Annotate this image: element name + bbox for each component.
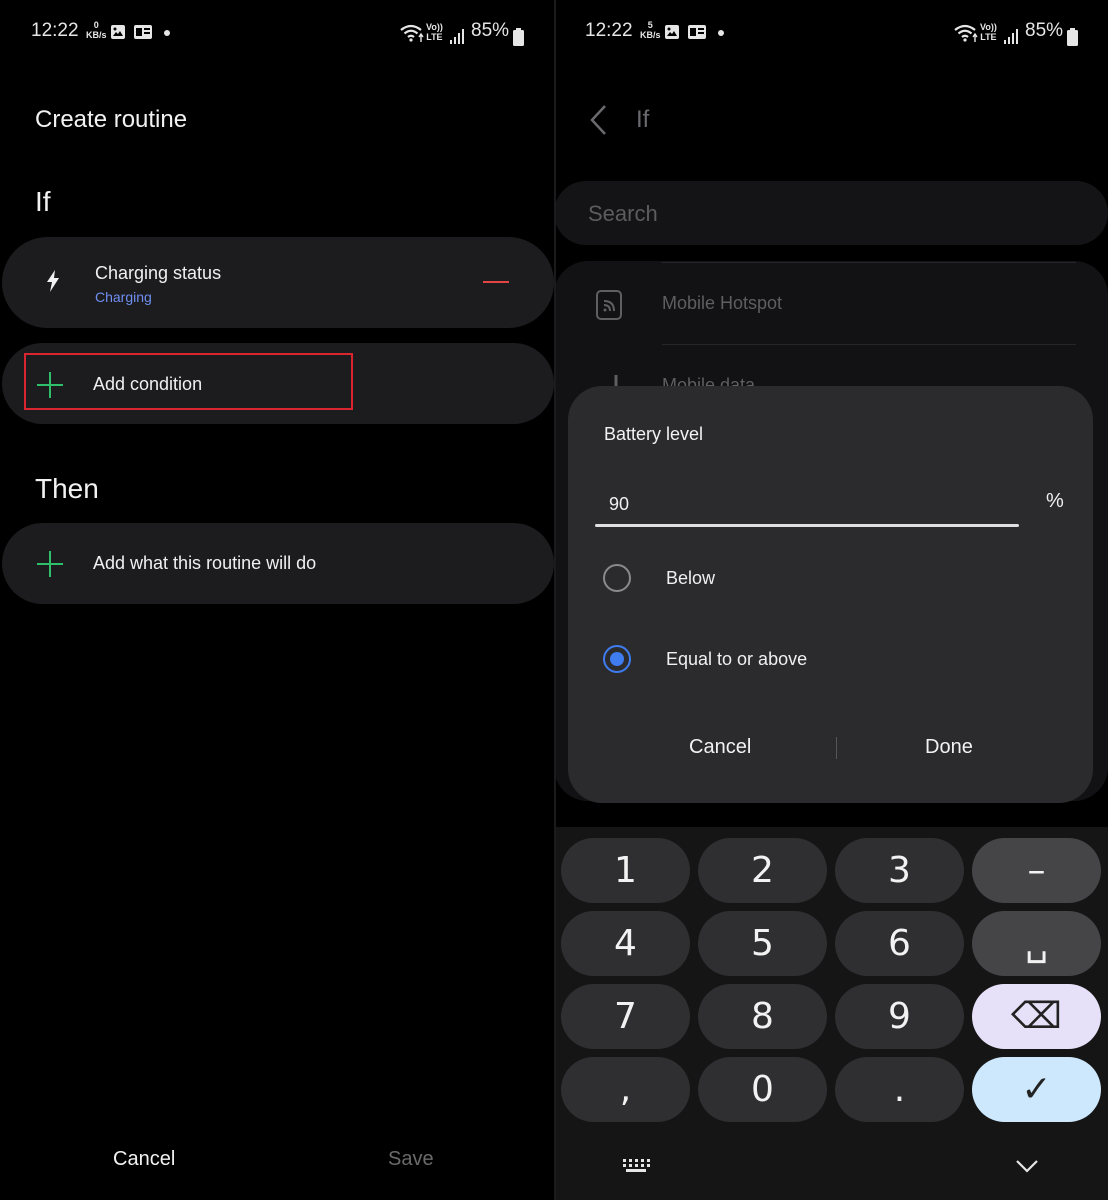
network-speed: 0 KB/s: [86, 20, 107, 40]
keyboard-icon[interactable]: [622, 1158, 650, 1174]
key-9[interactable]: 9: [835, 984, 964, 1049]
highlight-box: [24, 353, 353, 410]
news-icon: [688, 25, 706, 39]
key-1[interactable]: 1: [561, 838, 690, 903]
radio-label-below[interactable]: Below: [666, 568, 715, 589]
battery-percent: 85%: [471, 20, 510, 41]
key-comma[interactable]: ,: [561, 1057, 690, 1122]
radio-equal-or-above[interactable]: [603, 645, 631, 673]
battery-icon: [513, 28, 524, 46]
dialog-done-button[interactable]: Done: [925, 736, 973, 759]
key-4[interactable]: 4: [561, 911, 690, 976]
backspace-key[interactable]: ⌫: [972, 984, 1101, 1049]
condition-subtitle: Charging: [95, 289, 152, 305]
dialog-title: Battery level: [604, 424, 704, 444]
radio-label-equal-or-above[interactable]: Equal to or above: [666, 649, 807, 670]
radio-below[interactable]: [603, 564, 631, 592]
remove-condition-button[interactable]: [483, 281, 509, 283]
battery-percent: 85%: [1025, 20, 1064, 41]
volte-indicator: Vo)) LTE: [980, 22, 997, 42]
page-title: If: [636, 106, 650, 133]
if-condition-screen: 12:22 5 KB/s Vo)) LTE 85% If Search Mobi…: [556, 0, 1108, 1200]
key-7[interactable]: 7: [561, 984, 690, 1049]
status-time: 12:22: [585, 20, 633, 41]
plus-icon: [37, 551, 63, 577]
wifi-icon: [954, 24, 978, 42]
key-period[interactable]: .: [835, 1057, 964, 1122]
status-bar: 12:22 0 KB/s Vo)) LTE 85%: [0, 16, 554, 48]
lightning-bolt-icon: [47, 270, 59, 292]
condition-card-charging-status[interactable]: Charging status Charging: [2, 237, 554, 328]
key-space[interactable]: ␣: [972, 911, 1101, 976]
dialog-button-separator: [836, 737, 837, 759]
status-time: 12:22: [31, 20, 79, 41]
list-item-mobile-hotspot[interactable]: Mobile Hotspot: [662, 293, 782, 314]
gallery-icon: [665, 25, 679, 39]
network-speed: 5 KB/s: [640, 20, 661, 40]
signal-icon: [1004, 29, 1018, 44]
battery-level-input[interactable]: 90: [609, 494, 629, 515]
status-bar: 12:22 5 KB/s Vo)) LTE 85%: [556, 16, 1108, 48]
percent-unit: %: [1046, 490, 1064, 512]
numeric-keypad: 1 2 3 – 4 5 6 ␣ 7 8 9 ⌫ , 0 . ✓: [556, 827, 1108, 1200]
key-6[interactable]: 6: [835, 911, 964, 976]
chevron-down-icon[interactable]: [1015, 1158, 1039, 1174]
key-5[interactable]: 5: [698, 911, 827, 976]
key-0[interactable]: 0: [698, 1057, 827, 1122]
signal-icon: [450, 29, 464, 44]
search-input[interactable]: Search: [556, 181, 1108, 245]
input-underline: [595, 524, 1019, 527]
if-heading: If: [35, 186, 51, 217]
create-routine-screen: 12:22 0 KB/s Vo)) LTE 85% Create routine…: [0, 0, 554, 1200]
save-button[interactable]: Save: [388, 1148, 434, 1171]
notification-dot: [164, 30, 170, 36]
confirm-key[interactable]: ✓: [972, 1057, 1101, 1122]
dialog-cancel-button[interactable]: Cancel: [689, 736, 751, 759]
add-action-label: Add what this routine will do: [93, 553, 317, 573]
page-title: Create routine: [35, 106, 188, 133]
key-minus[interactable]: –: [972, 838, 1101, 903]
add-action-button[interactable]: Add what this routine will do: [2, 523, 554, 604]
cancel-button[interactable]: Cancel: [113, 1148, 175, 1171]
notification-dot: [718, 30, 724, 36]
wifi-icon: [400, 24, 424, 42]
battery-icon: [1067, 28, 1078, 46]
gallery-icon: [111, 25, 125, 39]
key-2[interactable]: 2: [698, 838, 827, 903]
then-heading: Then: [35, 473, 99, 504]
key-3[interactable]: 3: [835, 838, 964, 903]
news-icon: [134, 25, 152, 39]
key-8[interactable]: 8: [698, 984, 827, 1049]
back-arrow-icon[interactable]: [587, 103, 609, 137]
hotspot-icon: [596, 290, 622, 320]
volte-indicator: Vo)) LTE: [426, 22, 443, 42]
battery-level-dialog: Battery level 90 % Below Equal to or abo…: [568, 386, 1093, 803]
condition-title: Charging status: [95, 263, 222, 283]
